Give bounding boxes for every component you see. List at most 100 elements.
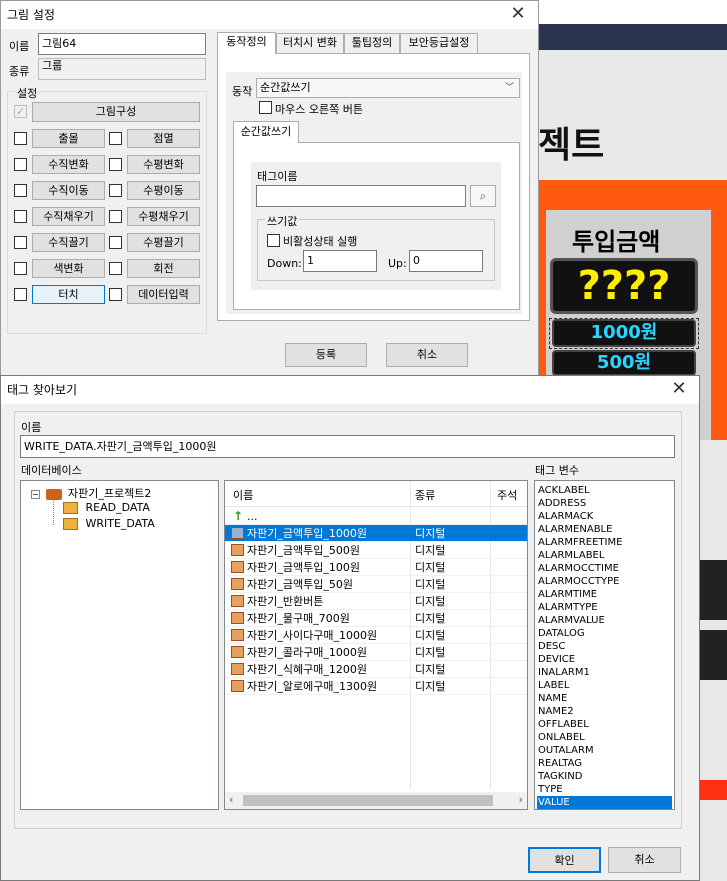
scroll-right-icon[interactable]: › — [519, 793, 523, 806]
variable-item[interactable]: INALARM1 — [537, 666, 672, 679]
option-checkbox-v-drag[interactable] — [14, 236, 27, 249]
tree-item-write-data[interactable]: WRITE_DATA — [63, 517, 155, 530]
inactive-run-checkbox[interactable] — [267, 234, 280, 247]
table-row[interactable]: 자판기_금액투입_50원 디지털 — [225, 576, 527, 593]
variable-item[interactable]: NAME2 — [537, 705, 672, 718]
tree-root[interactable]: − 자판기_프로젝트2 — [31, 485, 151, 501]
mouse-right-checkbox[interactable] — [259, 101, 272, 114]
option-checkbox-h-fill[interactable] — [109, 210, 122, 223]
option-checkbox-h-move[interactable] — [109, 184, 122, 197]
option-button-v-drag[interactable]: 수직끌기 — [32, 233, 105, 252]
tag-name-input[interactable] — [256, 185, 466, 207]
subtab-instant-write[interactable]: 순간값쓰기 — [233, 121, 299, 143]
variable-item[interactable]: DATALOG — [537, 627, 672, 640]
ok-button[interactable]: 확인 — [528, 847, 601, 873]
variable-item[interactable]: ACKLABEL — [537, 484, 672, 497]
option-button-h-move[interactable]: 수평이동 — [127, 181, 200, 200]
column-header-name[interactable]: 이름 — [233, 487, 253, 503]
scroll-left-icon[interactable]: ‹ — [229, 793, 233, 806]
variable-item[interactable]: DEVICE — [537, 653, 672, 666]
option-checkbox-h-drag[interactable] — [109, 236, 122, 249]
option-checkbox-appear[interactable] — [14, 132, 27, 145]
variable-item[interactable]: LABEL — [537, 679, 672, 692]
name-label: 이름 — [9, 40, 30, 53]
option-button-touch[interactable]: 터치 — [32, 285, 105, 304]
variable-item[interactable]: ALARMVALUE — [537, 614, 672, 627]
variable-item[interactable]: VALUE — [537, 796, 672, 809]
table-row[interactable]: 자판기_금액투입_100원 디지털 — [225, 559, 527, 576]
variable-item[interactable]: ALARMLABEL — [537, 549, 672, 562]
option-button-appear[interactable]: 출몰 — [32, 129, 105, 148]
variable-item[interactable]: OUTALARM — [537, 744, 672, 757]
up-input[interactable]: 0 — [409, 250, 483, 272]
table-row[interactable]: 자판기_알로에구매_1300원 디지털 — [225, 678, 527, 695]
option-button-rotate[interactable]: 회전 — [127, 259, 200, 278]
kind-label: 종류 — [9, 65, 30, 78]
variable-item[interactable]: ALARMACK — [537, 510, 672, 523]
picture-cancel-button[interactable]: 취소 — [386, 343, 468, 367]
table-row[interactable]: 자판기_식혜구매_1200원 디지털 — [225, 661, 527, 678]
horizontal-scrollbar[interactable]: ‹ › — [225, 792, 527, 809]
option-checkbox-h-change[interactable] — [109, 158, 122, 171]
option-checkbox-rotate[interactable] — [109, 262, 122, 275]
tab-security-level[interactable]: 보안등급설정 — [400, 33, 478, 53]
option-button-h-drag[interactable]: 수평끌기 — [127, 233, 200, 252]
variable-item[interactable]: NAME — [537, 692, 672, 705]
action-select[interactable]: 순간값쓰기 ﹀ — [256, 78, 520, 98]
compose-button[interactable]: 그림구성 — [32, 102, 200, 122]
column-header-comment[interactable]: 주석 — [497, 487, 517, 503]
tag-cancel-button[interactable]: 취소 — [608, 847, 681, 873]
option-checkbox-blink[interactable] — [109, 132, 122, 145]
table-row[interactable]: 자판기_콜라구매_1000원 디지털 — [225, 644, 527, 661]
table-row[interactable]: 자판기_금액투입_500원 디지털 — [225, 542, 527, 559]
variable-item[interactable]: ONLABEL — [537, 731, 672, 744]
option-button-h-change[interactable]: 수평변화 — [127, 155, 200, 174]
app-band — [538, 24, 727, 50]
variable-item[interactable]: ALARMOCCTYPE — [537, 575, 672, 588]
tab-touch-change[interactable]: 터치시 변화 — [276, 33, 344, 53]
column-header-kind[interactable]: 종류 — [415, 487, 435, 503]
variable-item[interactable]: ALARMOCCTIME — [537, 562, 672, 575]
option-checkbox-touch[interactable] — [14, 288, 27, 301]
option-button-v-change[interactable]: 수직변화 — [32, 155, 105, 174]
register-button[interactable]: 등록 — [285, 343, 367, 367]
option-checkbox-v-move[interactable] — [14, 184, 27, 197]
option-button-h-fill[interactable]: 수평채우기 — [127, 207, 200, 226]
coin-500-button[interactable]: 500원 — [552, 350, 696, 376]
tree-item-read-data[interactable]: READ_DATA — [63, 501, 150, 514]
up-label: Up: — [388, 257, 407, 270]
close-icon[interactable]: ✕ — [659, 376, 699, 404]
variable-item[interactable]: ALARMFREETIME — [537, 536, 672, 549]
variable-item[interactable]: TYPE — [537, 783, 672, 796]
scrollbar-thumb[interactable] — [243, 795, 493, 806]
variable-item[interactable]: ALARMENABLE — [537, 523, 672, 536]
close-icon[interactable]: ✕ — [498, 1, 538, 29]
option-checkbox-color-change[interactable] — [14, 262, 27, 275]
variable-item[interactable]: OFFLABEL — [537, 718, 672, 731]
list-item-up[interactable]: ↑ ... — [225, 508, 527, 525]
table-row[interactable]: 자판기_물구매_700원 디지털 — [225, 610, 527, 627]
tag-name-field[interactable]: WRITE_DATA.자판기_금액투입_1000원 — [20, 435, 675, 458]
tab-action-definition[interactable]: 동작정의 — [217, 32, 276, 54]
option-button-v-move[interactable]: 수직이동 — [32, 181, 105, 200]
variable-item[interactable]: ALARMTIME — [537, 588, 672, 601]
option-button-blink[interactable]: 점멸 — [127, 129, 200, 148]
option-checkbox-v-fill[interactable] — [14, 210, 27, 223]
tag-browse-button[interactable]: ⌕ — [470, 185, 496, 207]
variable-item[interactable]: DESC — [537, 640, 672, 653]
variable-item[interactable]: TAGKIND — [537, 770, 672, 783]
table-row[interactable]: 자판기_금액투입_1000원 디지털 — [225, 525, 527, 542]
table-row[interactable]: 자판기_사이다구매_1000원 디지털 — [225, 627, 527, 644]
variable-item[interactable]: ALARMTYPE — [537, 601, 672, 614]
table-row[interactable]: 자판기_반환버튼 디지털 — [225, 593, 527, 610]
option-button-color-change[interactable]: 색변화 — [32, 259, 105, 278]
option-button-v-fill[interactable]: 수직채우기 — [32, 207, 105, 226]
down-input[interactable]: 1 — [303, 250, 377, 272]
tab-tooltip[interactable]: 툴팁정의 — [344, 33, 400, 53]
variable-item[interactable]: REALTAG — [537, 757, 672, 770]
name-field[interactable]: 그림64 — [38, 33, 206, 55]
option-button-data-input[interactable]: 데이터입력 — [127, 285, 200, 304]
variable-item[interactable]: ADDRESS — [537, 497, 672, 510]
option-checkbox-data-input[interactable] — [109, 288, 122, 301]
option-checkbox-v-change[interactable] — [14, 158, 27, 171]
